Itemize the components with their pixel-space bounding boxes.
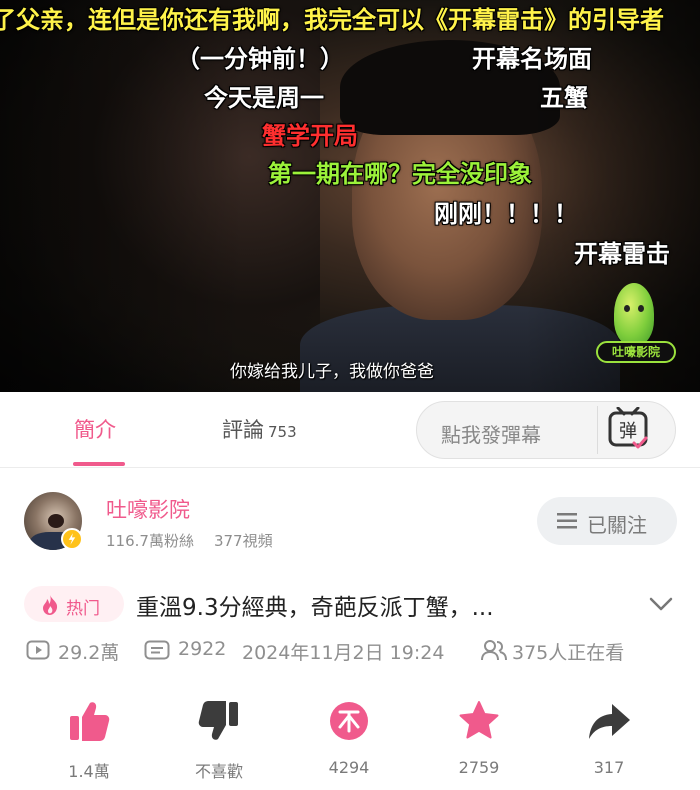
share-arrow-icon (589, 704, 630, 739)
flame-icon (43, 595, 58, 615)
danmaku-line: 开幕名场面 (472, 45, 592, 73)
dislike-button[interactable]: 不喜歡 (164, 698, 274, 782)
coin-count: 4294 (328, 758, 370, 777)
coin-icon (330, 702, 368, 740)
hot-badge[interactable]: 热门 (24, 586, 124, 622)
watermark-mascot-icon (614, 283, 654, 345)
chevron-down-icon[interactable] (648, 594, 674, 614)
like-button[interactable]: 1.4萬 (34, 698, 144, 782)
tab-comments-label: 評論 (222, 418, 264, 442)
uploader-name[interactable]: 吐嚎影院 (106, 494, 190, 524)
verified-badge-icon (61, 528, 83, 550)
thumbs-down-icon (198, 701, 238, 740)
tab-active-indicator (73, 462, 125, 466)
publish-date: 2024年11月2日 19:24 (242, 642, 445, 664)
star-icon (459, 701, 499, 739)
favorite-count: 2759 (458, 758, 500, 777)
channel-watermark: 吐嚎影院 (596, 283, 676, 363)
share-button[interactable]: 317 (554, 698, 664, 777)
danmaku-toggle-glyph: 弹 (619, 421, 637, 442)
danmaku-line: 五蟹 (540, 84, 588, 112)
danmaku-line: 了父亲，连但是你还有我啊，我完全可以《开幕雷击》的引导者 (0, 6, 664, 34)
danmaku-count-icon (144, 640, 170, 660)
play-count-icon (26, 640, 50, 660)
view-count: 29.2萬 (58, 642, 120, 664)
follow-button-label: 已關注 (587, 513, 647, 537)
danmaku-line: 蟹学开局 (262, 122, 358, 150)
watermark-text: 吐嚎影院 (596, 341, 676, 363)
danmaku-input-placeholder: 點我發彈幕 (441, 423, 541, 447)
tab-comments-count: 753 (268, 423, 297, 441)
video-subtitle: 你嫁给我儿子，我做你爸爸 (230, 362, 434, 382)
watching-people-icon (481, 640, 507, 661)
watching-now: 375人正在看 (512, 642, 625, 664)
dislike-label: 不喜歡 (194, 762, 243, 781)
danmaku-line: 第一期在哪？完全没印象 (268, 160, 532, 188)
uploader-followers: 116.7萬粉絲 (106, 532, 194, 550)
danmaku-line: 刚刚！！！！ (434, 200, 578, 228)
danmaku-line: 今天是周一 (204, 84, 324, 112)
danmaku-toggle-icon[interactable]: 弹 (600, 407, 660, 453)
danmaku-line: 开幕雷击 (574, 240, 670, 268)
menu-icon (557, 513, 577, 529)
follow-button[interactable]: 已關注 (537, 497, 677, 545)
video-player[interactable]: 了父亲，连但是你还有我啊，我完全可以《开幕雷击》的引导者 （一分钟前！） 开幕名… (0, 0, 700, 392)
favorite-button[interactable]: 2759 (424, 698, 534, 777)
danmaku-count: 2922 (178, 638, 227, 660)
video-vignette (0, 0, 700, 392)
uploader-stats: 116.7萬粉絲 377視頻 (106, 530, 273, 551)
tab-comments[interactable]: 評論 753 (222, 414, 297, 444)
danmaku-line: （一分钟前！） (176, 45, 344, 73)
share-count: 317 (593, 758, 625, 777)
like-count: 1.4萬 (68, 762, 110, 781)
thumbs-up-icon (70, 702, 110, 741)
danmaku-input-divider (597, 406, 598, 454)
video-title: 重溫9.3分經典，奇葩反派丁蟹，... (136, 595, 494, 621)
hot-badge-label: 热门 (66, 599, 100, 619)
uploader-video-count: 377視頻 (213, 532, 273, 550)
coin-button[interactable]: 4294 (294, 698, 404, 777)
tab-intro[interactable]: 簡介 (74, 414, 116, 444)
